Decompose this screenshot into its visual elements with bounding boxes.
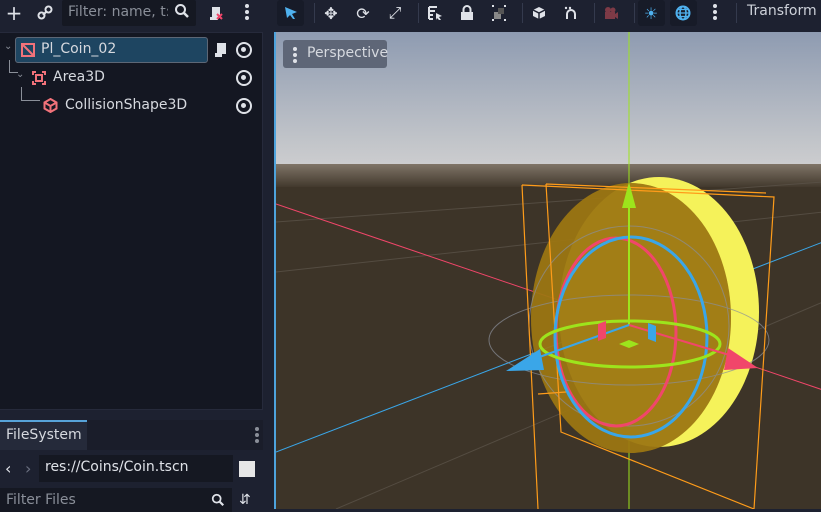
local-space-cube-icon[interactable] (528, 2, 550, 24)
visibility-eye-icon[interactable] (236, 98, 252, 114)
scene-tree: ⌄ Pl_Coin_02 ⌄ Area3D CollisionShape3D (0, 32, 263, 410)
path-text: res://Coins/Coin.tscn (45, 459, 189, 475)
toolbar-separator (314, 3, 315, 23)
environment-globe-icon[interactable] (672, 2, 694, 24)
tree-item-area3d[interactable]: ⌄ Area3D (0, 60, 262, 89)
collision-shape-icon (43, 97, 58, 117)
xy-plane-handle (598, 321, 606, 341)
viewport-toolbar: ✥ ⟳ ⤢ ☀ Transform (274, 0, 821, 26)
group-icon[interactable] (488, 2, 510, 24)
plus-icon[interactable]: + (3, 1, 25, 25)
tab-label: FileSystem (6, 427, 82, 443)
split-view-toggle-icon[interactable] (239, 461, 255, 477)
perspective-menu-icon (293, 47, 297, 65)
chevron-down-icon[interactable]: ⌄ (16, 69, 24, 80)
toolbar-separator (418, 3, 419, 23)
perspective-label: Perspective (307, 45, 389, 61)
node-label: CollisionShape3D (65, 97, 188, 113)
forward-arrow-icon[interactable]: › (25, 459, 31, 478)
3d-viewport[interactable] (274, 32, 821, 509)
coin-mesh (531, 177, 759, 453)
scene-toolbar: + Filter: name, t:t (0, 0, 270, 26)
viewport-scene (276, 32, 821, 509)
scale-icon[interactable]: ⤢ (384, 2, 406, 24)
node3d-icon (21, 43, 35, 61)
snap-magnet-icon[interactable] (560, 2, 582, 24)
scene-filter-input[interactable]: Filter: name, t:t (62, 0, 196, 26)
lock-icon[interactable] (456, 2, 478, 24)
link-icon[interactable] (34, 2, 56, 24)
node-label: Area3D (53, 69, 105, 85)
tree-guide-line (21, 87, 40, 101)
search-icon (211, 493, 225, 511)
search-icon (174, 3, 190, 23)
move-icon[interactable]: ✥ (320, 2, 342, 24)
script-icon[interactable] (214, 42, 228, 62)
rotate-icon[interactable]: ⟳ (352, 2, 374, 24)
toolbar-separator (594, 3, 595, 23)
tree-item-collisionshape3d[interactable]: CollisionShape3D (0, 87, 262, 117)
node-label: Pl_Coin_02 (41, 41, 117, 57)
filesystem-path-input[interactable]: res://Coins/Coin.tscn (39, 455, 233, 482)
back-arrow-icon[interactable]: ‹ (5, 459, 11, 478)
list-select-icon[interactable] (424, 2, 446, 24)
more-options-icon[interactable] (704, 2, 726, 24)
transform-menu[interactable]: Transform (747, 3, 817, 19)
toolbar-separator (634, 3, 635, 23)
chevron-down-icon[interactable]: ⌄ (4, 41, 12, 52)
filesystem-menu-icon[interactable] (255, 427, 259, 445)
select-cursor-icon[interactable] (280, 2, 302, 24)
kebab-menu-icon[interactable] (236, 2, 258, 24)
yz-plane-handle (648, 323, 656, 342)
sort-icon[interactable]: ⇵ (239, 492, 251, 508)
tab-filesystem[interactable]: FileSystem (0, 420, 87, 450)
visibility-eye-icon[interactable] (236, 70, 252, 86)
toolbar-separator (736, 3, 737, 23)
filter-placeholder: Filter Files (6, 492, 76, 508)
scene-dock: + Filter: name, t:t ⌄ Pl_Coin_02 ⌄ Area3… (0, 0, 270, 512)
script-remove-icon[interactable] (205, 2, 227, 24)
sun-preview-icon[interactable]: ☀ (640, 2, 662, 24)
horizon-band (276, 164, 821, 189)
filter-files-input[interactable]: Filter Files (0, 488, 232, 512)
visibility-eye-icon[interactable] (236, 42, 252, 58)
filter-placeholder: Filter: name, t:t (68, 4, 168, 20)
camera-icon[interactable] (600, 2, 622, 24)
perspective-menu-button[interactable]: Perspective (283, 40, 389, 68)
toolbar-separator (522, 3, 523, 23)
tree-item-pl-coin-02[interactable]: ⌄ Pl_Coin_02 (0, 33, 262, 63)
